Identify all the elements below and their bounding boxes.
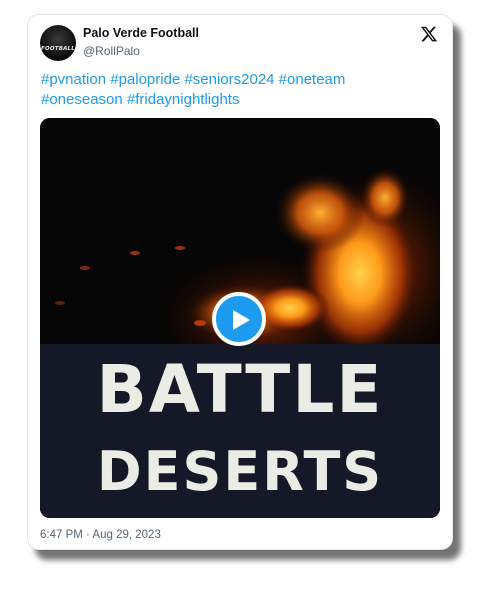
tweet-card[interactable]: FOOTBALL Palo Verde Football @RollPalo #… xyxy=(27,14,453,550)
video-media[interactable]: BATTLE DESERTS xyxy=(40,118,440,518)
avatar[interactable]: FOOTBALL xyxy=(40,25,76,61)
author-display-name[interactable]: Palo Verde Football xyxy=(83,26,199,40)
video-title-line-1: BATTLE xyxy=(97,351,384,428)
x-logo-icon[interactable] xyxy=(420,25,438,43)
author-handle[interactable]: @RollPalo xyxy=(83,44,140,58)
hashtags-line-1[interactable]: #pvnation #palopride #seniors2024 #onete… xyxy=(41,70,441,90)
tweet-timestamp[interactable]: 6:47 PM · Aug 29, 2023 xyxy=(40,529,161,541)
play-icon xyxy=(233,310,250,330)
hashtags-line-2[interactable]: #oneseason #fridaynightlights xyxy=(41,90,441,110)
tweet-text: #pvnation #palopride #seniors2024 #onete… xyxy=(41,70,441,110)
avatar-logo-text: FOOTBALL xyxy=(41,46,75,52)
video-title-line-2: DESERTS xyxy=(97,440,383,503)
play-button[interactable] xyxy=(212,292,266,346)
